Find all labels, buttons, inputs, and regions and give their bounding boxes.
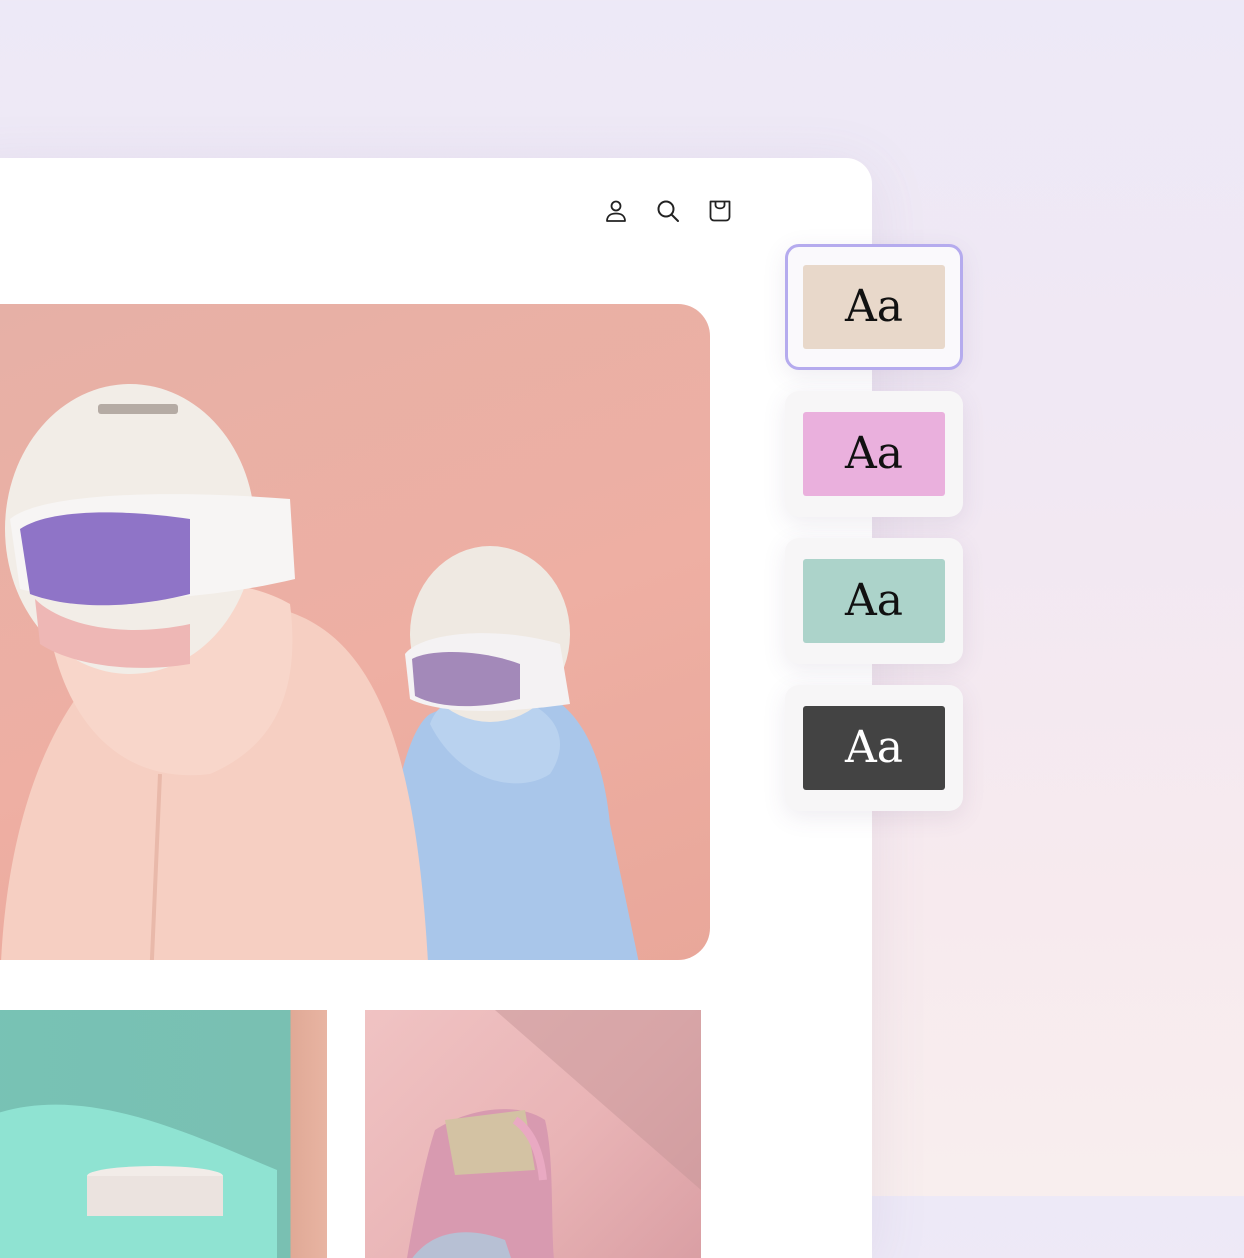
search-icon (657, 200, 679, 222)
user-icon (606, 200, 626, 222)
skiers-illustration (1, 384, 639, 960)
cart-icon (709, 200, 731, 222)
boot-illustration (407, 1010, 701, 1258)
swatch-preview: Aa (803, 559, 945, 643)
swatch-option-1[interactable]: Aa (785, 244, 963, 370)
product-tile-teal[interactable] (0, 1010, 327, 1258)
swatch-preview: Aa (803, 265, 945, 349)
cart-button[interactable] (704, 195, 736, 227)
swatch-option-3[interactable]: Aa (785, 538, 963, 664)
hero-image (0, 304, 710, 960)
swatch-option-4[interactable]: Aa (785, 685, 963, 811)
swatch-preview: Aa (803, 412, 945, 496)
header-icons (600, 194, 736, 228)
storefront-preview (0, 158, 872, 1258)
search-button[interactable] (652, 195, 684, 227)
product-tile-pink[interactable] (365, 1010, 701, 1258)
swatch-option-2[interactable]: Aa (785, 391, 963, 517)
product-jar-illustration (0, 1104, 277, 1258)
account-button[interactable] (600, 195, 632, 227)
swatch-preview: Aa (803, 706, 945, 790)
